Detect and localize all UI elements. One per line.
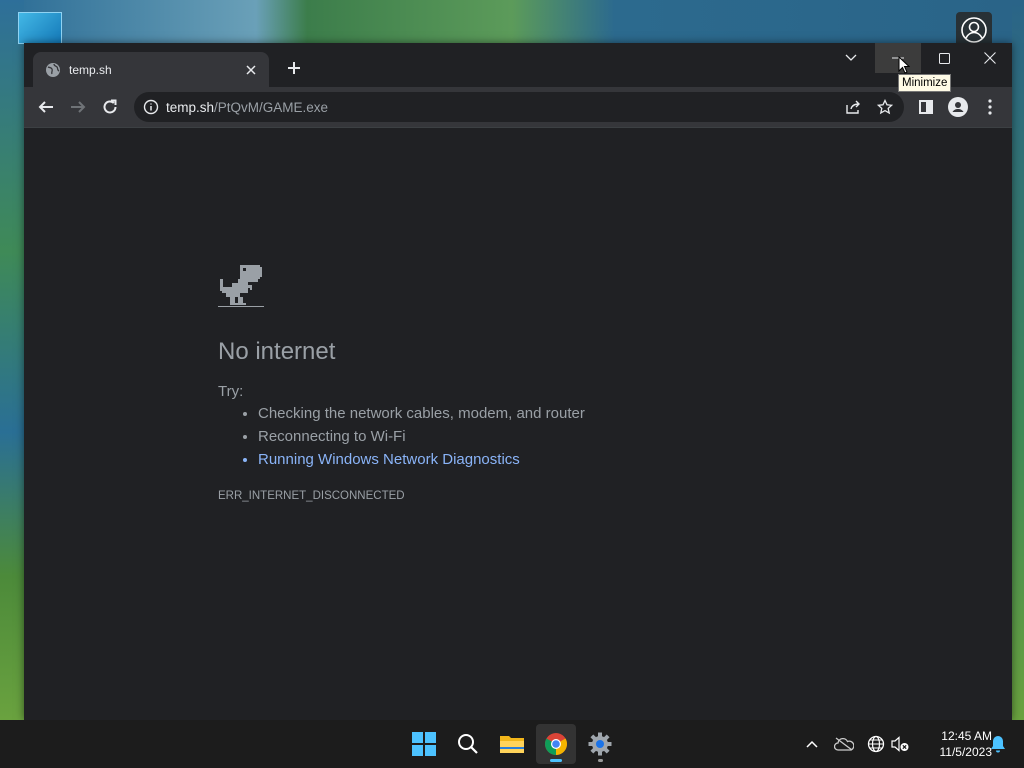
- minimize-tooltip: Minimize: [898, 74, 952, 92]
- offline-dinosaur-icon[interactable]: [218, 265, 264, 313]
- gear-icon: [588, 732, 612, 756]
- url-path: /PtQvM/GAME.exe: [214, 99, 329, 115]
- chevron-up-icon: [806, 740, 818, 748]
- active-app-indicator: [550, 759, 562, 762]
- onedrive-tray-icon[interactable]: [832, 732, 856, 756]
- maximize-button[interactable]: [921, 43, 967, 73]
- site-info-icon[interactable]: [142, 98, 160, 116]
- windows-logo-icon: [412, 732, 436, 756]
- suggestion-check-cables: Checking the network cables, modem, and …: [258, 402, 585, 425]
- browser-tab[interactable]: temp.sh: [33, 52, 269, 87]
- new-tab-button[interactable]: [282, 56, 306, 80]
- error-code: ERR_INTERNET_DISCONNECTED: [218, 490, 405, 502]
- profile-icon[interactable]: [944, 93, 972, 121]
- title-bar: temp.sh: [24, 43, 1012, 87]
- tab-title: temp.sh: [69, 62, 112, 77]
- error-page: No internet Try: Checking the network ca…: [24, 127, 1012, 721]
- start-button[interactable]: [404, 724, 444, 764]
- tab-search-button[interactable]: [828, 43, 874, 73]
- taskbar: 12:45 AM 11/5/2023: [0, 720, 1024, 768]
- desktop-wallpaper-left: [0, 0, 24, 720]
- bookmark-star-icon[interactable]: [872, 94, 898, 120]
- share-icon[interactable]: [840, 94, 866, 120]
- running-app-indicator: [598, 759, 603, 762]
- desktop-wallpaper-top: [0, 0, 1024, 44]
- search-icon: [458, 734, 478, 754]
- address-bar[interactable]: temp.sh/PtQvM/GAME.exe: [134, 92, 904, 122]
- show-hidden-icons-button[interactable]: [800, 732, 824, 756]
- file-explorer-button[interactable]: [492, 724, 532, 764]
- error-title: No internet: [218, 338, 336, 365]
- more-menu-icon[interactable]: [976, 93, 1004, 121]
- mouse-cursor-icon: [898, 56, 910, 74]
- try-label: Try:: [218, 383, 244, 400]
- url-host: temp.sh: [166, 99, 215, 115]
- suggestion-list: Checking the network cables, modem, and …: [218, 402, 585, 471]
- folder-icon: [500, 736, 524, 753]
- notification-bell-icon[interactable]: [986, 732, 1010, 756]
- browser-toolbar: temp.sh/PtQvM/GAME.exe: [24, 87, 1012, 127]
- close-window-button[interactable]: [967, 43, 1013, 73]
- back-button[interactable]: [32, 93, 60, 121]
- browser-window: temp.sh temp.sh/PtQvM/GAME.exe No intern…: [24, 43, 1012, 721]
- chrome-icon: [545, 733, 567, 755]
- desktop-shortcut-icon[interactable]: [18, 12, 62, 44]
- network-diagnostics-link[interactable]: Running Windows Network Diagnostics: [258, 448, 585, 471]
- globe-icon: [45, 62, 61, 78]
- settings-taskbar-button[interactable]: [580, 724, 620, 764]
- clock-time: 12:45 AM: [941, 729, 992, 743]
- address-url[interactable]: temp.sh/PtQvM/GAME.exe: [166, 100, 840, 115]
- network-globe-icon[interactable]: [864, 732, 888, 756]
- suggestion-reconnect-wifi: Reconnecting to Wi-Fi: [258, 425, 585, 448]
- forward-button[interactable]: [64, 93, 92, 121]
- side-panel-icon[interactable]: [912, 93, 940, 121]
- desktop-wallpaper-right: [1012, 0, 1024, 720]
- reload-button[interactable]: [96, 93, 124, 121]
- clock-date: 11/5/2023: [939, 745, 993, 759]
- volume-muted-icon[interactable]: [888, 732, 912, 756]
- taskbar-clock[interactable]: 12:45 AM 11/5/2023: [916, 728, 993, 760]
- search-button[interactable]: [448, 724, 488, 764]
- chrome-taskbar-button[interactable]: [536, 724, 576, 764]
- tab-close-icon[interactable]: [241, 60, 261, 80]
